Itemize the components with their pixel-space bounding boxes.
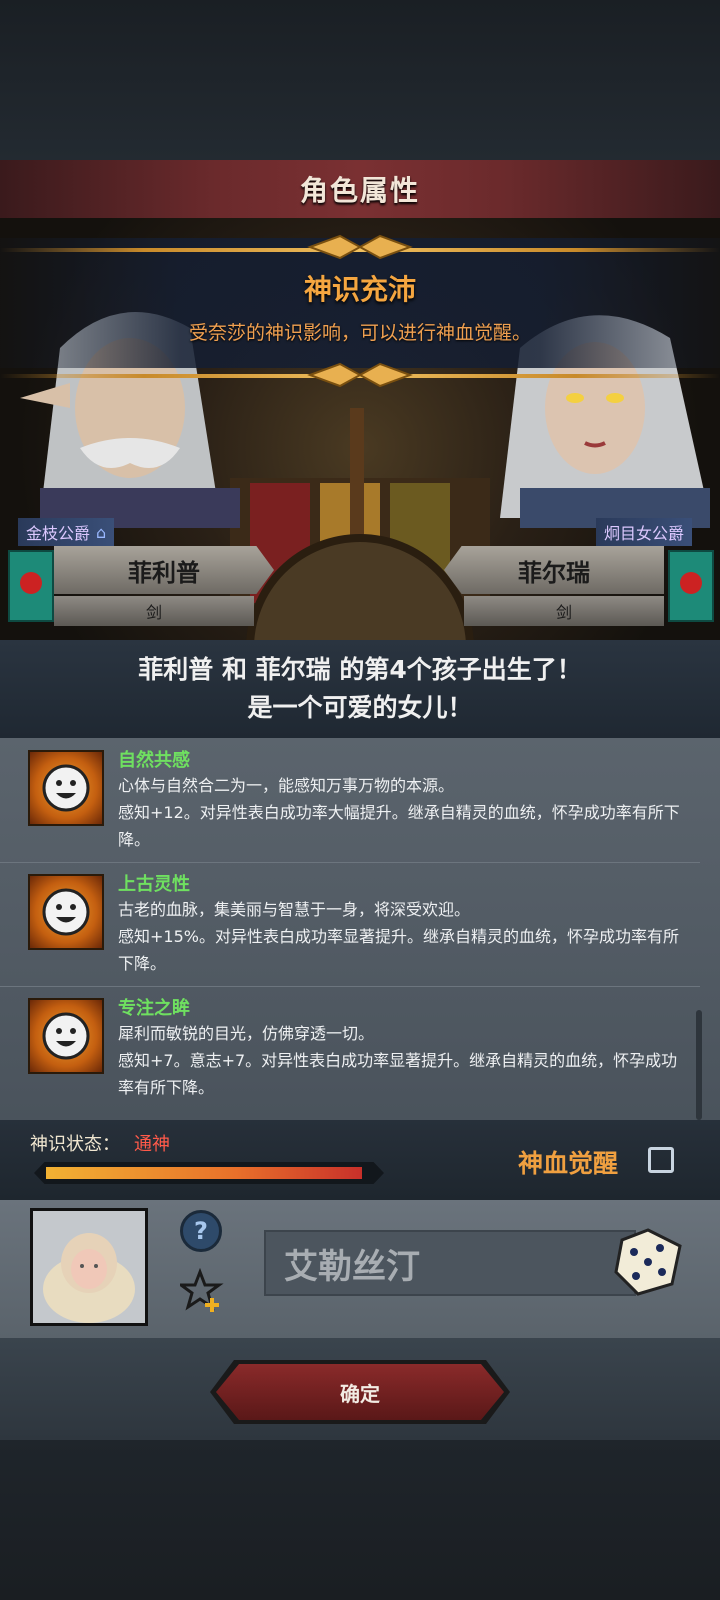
father-name: 菲利普 (54, 546, 274, 594)
banner-title: 神识充沛 (303, 273, 416, 306)
footer-bar: 确定 (0, 1338, 720, 1440)
mother-weapon: 剑 (464, 596, 664, 626)
banner-description: 受奈莎的神识影响，可以进行神血觉醒。 (188, 322, 531, 344)
status-value: 通神 (134, 1134, 170, 1155)
status-progress-fill (46, 1167, 362, 1179)
status-label: 神识状态： (30, 1134, 120, 1155)
trait-description: 心体与自然合二为一，能感知万事万物的本源。 感知+12。对异性表白成功率大幅提升… (118, 776, 680, 849)
child-name-field[interactable]: 艾勒丝汀 (264, 1230, 636, 1296)
status-progress-bar (34, 1162, 384, 1184)
trait-name: 自然共感 (118, 750, 190, 771)
rank-badge-icon: ⌂ (96, 522, 107, 542)
father-crest-icon (8, 550, 54, 622)
announcement-line-1: 菲利普 和 菲尔瑞 的第4个孩子出生了！ (138, 655, 582, 684)
child-panel: ? 艾勒丝汀 (0, 1200, 720, 1338)
father-rank: 金枝公爵 ⌂ (18, 518, 115, 546)
bottom-background (0, 1440, 720, 1600)
baby-avatar (30, 1208, 148, 1326)
top-background (0, 0, 720, 160)
page-title: 角色属性 (299, 174, 420, 207)
traits-list[interactable]: 自然共感 心体与自然合二为一，能感知万事万物的本源。 感知+12。对异性表白成功… (0, 738, 720, 1120)
help-button[interactable]: ? (180, 1210, 222, 1252)
ornament-bottom-icon (307, 362, 413, 388)
parents-scene: 神识充沛 受奈莎的神识影响，可以进行神血觉醒。 金枝公爵 ⌂ 菲利普 剑 炯目女… (0, 218, 720, 640)
trait-item: 专注之眸 犀利而敏锐的目光，仿佛穿透一切。 感知+7。意志+7。对异性表白成功率… (0, 986, 700, 1110)
trait-description: 犀利而敏锐的目光，仿佛穿透一切。 感知+7。意志+7。对异性表白成功率显著提升。… (118, 1024, 678, 1097)
announcement-line-2: 是一个可爱的女儿！ (247, 693, 473, 722)
mother-crest-icon (668, 550, 714, 622)
trait-item: 自然共感 心体与自然合二为一，能感知万事万物的本源。 感知+12。对异性表白成功… (0, 738, 700, 863)
traits-scrollbar[interactable] (696, 1010, 702, 1120)
awaken-checkbox[interactable] (648, 1147, 674, 1173)
father-weapon: 剑 (54, 596, 254, 626)
trait-name: 上古灵性 (118, 874, 190, 895)
random-name-dice-icon[interactable] (612, 1226, 684, 1298)
add-favorite-star-icon[interactable] (180, 1268, 226, 1314)
mother-name: 菲尔瑞 (444, 546, 664, 594)
confirm-button[interactable]: 确定 (216, 1364, 504, 1420)
mother-rank: 炯目女公爵 (596, 518, 693, 546)
trait-description: 古老的血脉，集美丽与智慧于一身，将深受欢迎。 感知+15%。对异性表白成功率显著… (118, 900, 679, 973)
title-bar: 角色属性 (0, 160, 720, 218)
smiley-icon (28, 750, 104, 826)
smiley-icon (28, 998, 104, 1074)
divine-status-panel: 神识状态： 通神 神血觉醒 (0, 1120, 720, 1200)
awaken-label: 神血觉醒 (518, 1149, 619, 1178)
birth-announcement: 菲利普 和 菲尔瑞 的第4个孩子出生了！ 是一个可爱的女儿！ (0, 640, 720, 738)
smiley-icon (28, 874, 104, 950)
ornament-top-icon (307, 234, 413, 260)
trait-item: 上古灵性 古老的血脉，集美丽与智慧于一身，将深受欢迎。 感知+15%。对异性表白… (0, 862, 700, 987)
trait-name: 专注之眸 (118, 998, 190, 1019)
